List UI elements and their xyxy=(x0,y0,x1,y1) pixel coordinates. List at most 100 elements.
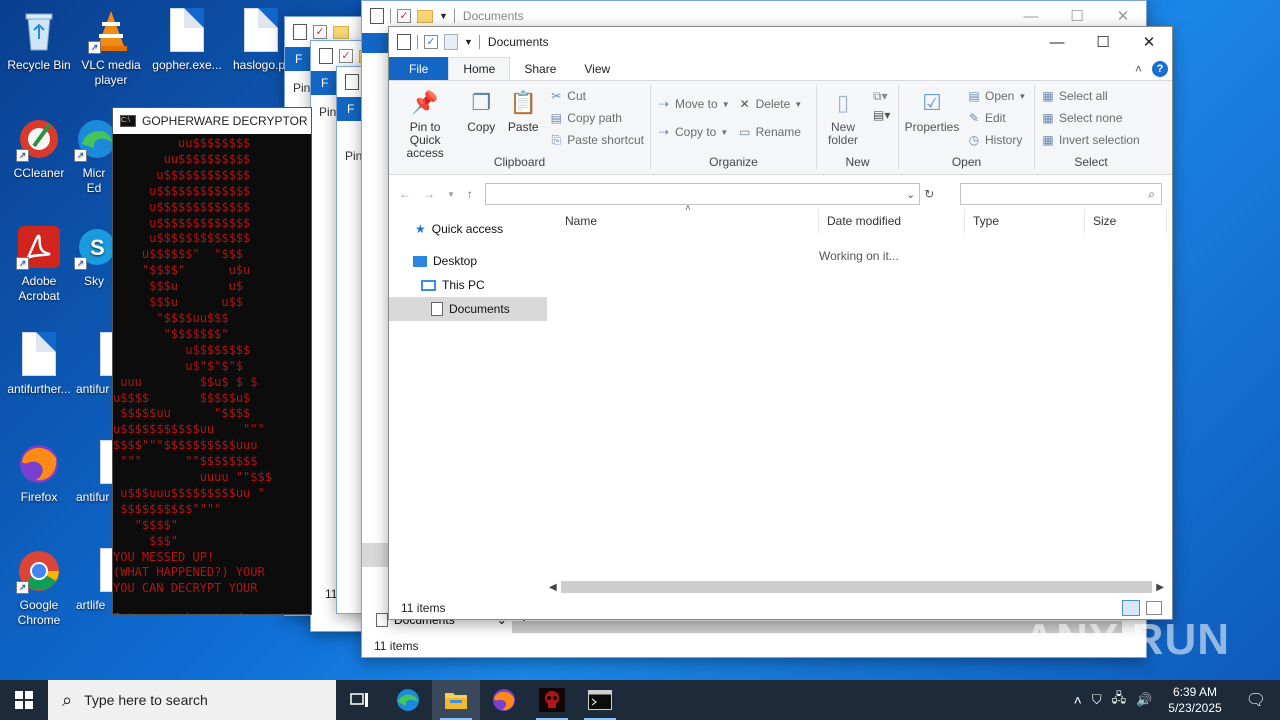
volume-icon[interactable]: 🔊 xyxy=(1136,692,1152,708)
desktop-icon-antifur-2[interactable]: antifur xyxy=(76,440,116,505)
nav-item-documents[interactable]: Documents xyxy=(389,297,547,321)
checkmark-icon[interactable]: ✓ xyxy=(424,35,438,49)
properties-icon[interactable] xyxy=(370,8,384,24)
desktop-icon-recycle-bin[interactable]: Recycle Bin xyxy=(0,8,78,73)
tab-home[interactable]: Home xyxy=(448,57,511,80)
scroll-left-icon[interactable]: ◀ xyxy=(549,582,557,593)
explorer-window-documents[interactable]: ✓ ▼ Documents — ☐ ✕ File Home Share View… xyxy=(388,26,1173,620)
paste-button[interactable]: 📋 Paste xyxy=(507,85,539,160)
pin-to-quick-access-button[interactable]: 📌 Pin to Quick access xyxy=(395,85,455,160)
history-button[interactable]: ◷ History xyxy=(967,129,1026,151)
console-prompt[interactable]: Enter passkey to decrypt xyxy=(113,597,311,614)
chevron-down-icon[interactable]: ▼ xyxy=(464,37,473,47)
clock[interactable]: 6:39 AM 5/23/2025 xyxy=(1168,684,1221,716)
scroll-right-icon[interactable]: ▶ xyxy=(1156,582,1164,593)
column-name[interactable]: Name xyxy=(549,209,819,233)
details-view-icon[interactable] xyxy=(1122,600,1140,616)
address-input[interactable]: ⌄ xyxy=(484,183,921,205)
nav-item-desktop[interactable]: Desktop xyxy=(389,249,547,273)
properties-icon[interactable] xyxy=(397,34,411,50)
chevron-up-icon[interactable]: ˄ xyxy=(1074,692,1082,708)
taskbar-file-explorer[interactable] xyxy=(432,680,480,720)
folder-icon[interactable] xyxy=(333,25,349,39)
tab-share[interactable]: Share xyxy=(510,57,570,80)
close-button[interactable]: ✕ xyxy=(1126,27,1172,57)
taskbar-firefox[interactable] xyxy=(480,680,528,720)
folder-icon[interactable] xyxy=(417,9,433,23)
delete-button[interactable]: ✕ Delete ▼ xyxy=(738,93,803,115)
chevron-down-icon[interactable]: ⌄ xyxy=(906,188,915,201)
scrollbar-thumb[interactable] xyxy=(560,581,1153,593)
taskbar-search[interactable]: ⌕ Type here to search xyxy=(48,680,336,720)
rename-button[interactable]: ▭ Rename xyxy=(738,121,803,143)
new-folder-button[interactable]: ▯ New folder xyxy=(823,85,863,147)
horizontal-scrollbar[interactable]: ◀ ▶ xyxy=(549,579,1164,595)
chevron-up-icon[interactable]: ˄ xyxy=(1135,62,1142,76)
column-type[interactable]: Type xyxy=(965,209,1085,233)
desktop-icon-firefox[interactable]: Firefox xyxy=(0,440,78,505)
tab-view[interactable]: View xyxy=(570,57,624,80)
title-bar[interactable]: ✓ ▼ Documents — ☐ ✕ xyxy=(389,27,1172,57)
select-none-button[interactable]: ▦ Select none xyxy=(1041,107,1141,129)
tab-file[interactable]: File xyxy=(389,57,449,80)
search-input[interactable]: ⌕ xyxy=(960,183,1162,205)
paste-shortcut-button[interactable]: ⎘ Paste shortcut xyxy=(549,129,644,151)
cut-button[interactable]: ✂ Cut xyxy=(549,85,644,107)
desktop-icon-chrome[interactable]: ↗ Google Chrome xyxy=(0,548,78,628)
desktop-icon-antifurther[interactable]: antifurther... xyxy=(0,332,78,397)
move-to-button[interactable]: ⇢ Move to ▼ xyxy=(657,93,730,115)
shield-icon[interactable]: ⛉ xyxy=(1092,692,1102,708)
copy-to-button[interactable]: ⇢ Copy to ▼ xyxy=(657,121,730,143)
desktop-icon-ccleaner[interactable]: ↗ CCleaner xyxy=(0,116,78,181)
desktop-icon-artlife[interactable]: artlife xyxy=(76,548,116,613)
tab-file[interactable] xyxy=(362,33,388,53)
notifications-icon[interactable]: 🗨 xyxy=(1246,690,1266,710)
copy-button[interactable]: ❐ Copy xyxy=(465,85,497,160)
taskbar-edge[interactable] xyxy=(384,680,432,720)
invert-selection-button[interactable]: ▦ Invert selection xyxy=(1041,129,1141,151)
help-icon[interactable]: ? xyxy=(1152,60,1168,77)
easy-access-icon[interactable]: ▤▾ xyxy=(873,108,890,122)
taskbar-gopherware[interactable] xyxy=(528,680,576,720)
loading-text: Working on it... xyxy=(819,249,899,263)
copy-path-button[interactable]: ▤ Copy path xyxy=(549,107,644,129)
desktop-icon-vlc[interactable]: ↗ VLC media player xyxy=(72,8,150,88)
back-arrow-icon[interactable]: ← xyxy=(399,187,411,201)
desktop-icon-skype[interactable]: S ↗ Sky xyxy=(74,224,114,289)
chevron-down-icon[interactable]: ▼ xyxy=(439,11,448,21)
properties-icon[interactable] xyxy=(319,48,333,64)
console-title-bar[interactable]: C:\ GOPHERWARE DECRYPTOR xyxy=(113,108,311,134)
minimize-button[interactable]: — xyxy=(1034,27,1080,57)
properties-icon[interactable] xyxy=(293,24,307,40)
network-icon[interactable]: 🖧 xyxy=(1112,689,1127,711)
desktop-icon-edge[interactable]: ↗ Micr Ed xyxy=(74,116,114,196)
refresh-icon[interactable]: ↻ xyxy=(924,187,934,201)
new-item-icon[interactable]: ⧉▾ xyxy=(873,89,890,104)
column-date-modified[interactable]: Date modified xyxy=(819,209,965,233)
start-button[interactable] xyxy=(0,680,48,720)
desktop-icon-acrobat[interactable]: ↗ Adobe Acrobat xyxy=(0,224,78,304)
nav-item-quick-access[interactable]: ★ Quick access xyxy=(389,217,547,241)
large-icons-view-icon[interactable] xyxy=(1146,601,1162,615)
maximize-button[interactable]: ☐ xyxy=(1080,27,1126,57)
desktop-icon-gopher[interactable]: gopher.exe... xyxy=(148,8,226,73)
properties-button[interactable]: ☑ Properties xyxy=(905,85,960,151)
console-window[interactable]: C:\ GOPHERWARE DECRYPTOR uu$$$$$$$$ uu$$… xyxy=(112,107,312,615)
up-arrow-icon[interactable]: ↑ xyxy=(467,187,473,201)
nav-item-this-pc[interactable]: This PC xyxy=(389,273,547,297)
checkmark-icon[interactable]: ✓ xyxy=(339,49,353,63)
forward-arrow-icon[interactable]: → xyxy=(423,187,435,201)
taskbar-console[interactable] xyxy=(576,680,624,720)
checkmark-icon[interactable]: ✓ xyxy=(313,25,327,39)
recent-chevron-icon[interactable]: ▼ xyxy=(447,190,455,199)
select-all-button[interactable]: ▦ Select all xyxy=(1041,85,1141,107)
group-new: ▯ New folder ⧉▾ ▤▾ New xyxy=(817,85,899,169)
task-view-button[interactable] xyxy=(336,680,384,720)
edit-button[interactable]: ✎ Edit xyxy=(967,107,1026,129)
open-button[interactable]: ▤ Open ▼ xyxy=(967,85,1026,107)
new-folder-icon[interactable] xyxy=(444,34,458,50)
column-size[interactable]: Size xyxy=(1085,209,1167,233)
desktop-icon-antifur[interactable]: antifur xyxy=(76,332,116,397)
properties-icon[interactable] xyxy=(345,74,359,90)
checkmark-icon[interactable]: ✓ xyxy=(397,9,411,23)
